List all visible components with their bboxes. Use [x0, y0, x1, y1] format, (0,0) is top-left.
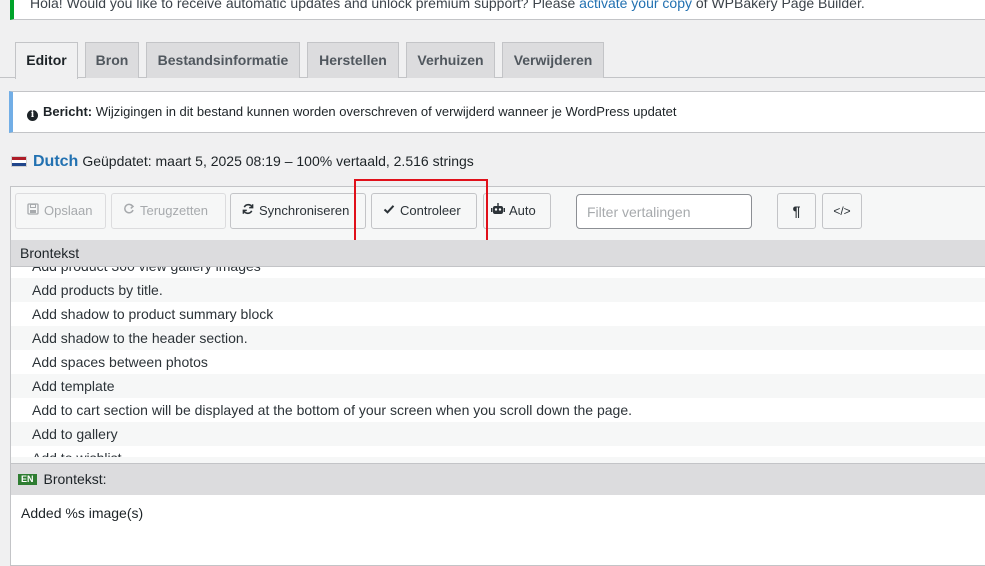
source-string-list[interactable]: Add product 360 view gallery images Add … — [11, 267, 985, 457]
save-label: Opslaan — [44, 203, 93, 218]
sync-icon — [241, 194, 255, 228]
toggle-code-view-button[interactable]: </> — [822, 193, 862, 229]
tab-herstellen[interactable]: Herstellen — [307, 42, 399, 78]
tab-bron[interactable]: Bron — [85, 42, 139, 78]
editor-tabs: Editor Bron Bestandsinformatie Herstelle… — [0, 42, 985, 79]
list-item[interactable]: Add products by title. — [11, 278, 985, 302]
language-update-status: Geüpdatet: maart 5, 2025 08:19 – 100% ve… — [82, 153, 474, 169]
tab-verhuizen[interactable]: Verhuizen — [406, 42, 495, 78]
activation-notice: Hola! Would you like to receive automati… — [10, 0, 985, 20]
sync-label: Synchroniseren — [259, 203, 350, 218]
source-text-panel-header: EN Brontekst: — [11, 463, 985, 495]
list-item[interactable]: Add spaces between photos — [11, 350, 985, 374]
sync-button[interactable]: Synchroniseren — [230, 193, 366, 229]
netherlands-flag-icon — [11, 156, 27, 167]
tab-editor[interactable]: Editor — [15, 42, 78, 79]
code-icon: </> — [833, 204, 851, 218]
source-text-value: Added %s image(s) — [11, 495, 985, 565]
source-text-column-header: Brontekst — [11, 240, 985, 267]
activate-link[interactable]: activate your copy — [579, 0, 692, 11]
check-label: Controleer — [400, 203, 461, 218]
source-string-rows: Add product 360 view gallery images Add … — [11, 267, 985, 457]
activation-notice-text: Hola! Would you like to receive automati… — [30, 0, 580, 11]
save-icon — [26, 194, 40, 228]
save-button[interactable]: Opslaan — [15, 193, 106, 229]
tab-bestandsinformatie[interactable]: Bestandsinformatie — [146, 42, 300, 78]
toggle-invisibles-button[interactable]: ¶ — [777, 193, 816, 229]
tab-verwijderen[interactable]: Verwijderen — [502, 42, 604, 78]
notice-text: Wijzigingen in dit bestand kunnen worden… — [92, 104, 677, 119]
pilcrow-icon: ¶ — [792, 203, 801, 219]
list-item[interactable]: Add shadow to product summary block — [11, 302, 985, 326]
list-item[interactable]: Add to gallery — [11, 422, 985, 446]
filter-translations-input[interactable] — [576, 194, 752, 229]
list-item[interactable]: Add product 360 view gallery images — [11, 267, 985, 278]
auto-translate-button[interactable]: Auto — [483, 193, 551, 229]
check-button[interactable]: Controleer — [371, 193, 477, 229]
checkmark-icon — [382, 194, 396, 228]
list-item[interactable]: Add to cart section will be displayed at… — [11, 398, 985, 422]
list-item[interactable]: Add shadow to the header section. — [11, 326, 985, 350]
activation-notice-suffix: of WPBakery Page Builder. — [692, 0, 865, 11]
list-item[interactable]: Add to wishlist — [11, 446, 985, 457]
notice-label: Bericht: — [43, 104, 93, 119]
revert-button[interactable]: Terugzetten — [111, 193, 226, 229]
auto-label: Auto — [509, 203, 536, 218]
update-warning-notice: i Bericht: Wijzigingen in dit bestand kun… — [9, 91, 985, 133]
info-icon: i — [27, 110, 38, 121]
english-language-badge: EN — [18, 474, 37, 485]
revert-icon — [122, 194, 136, 228]
source-text-label: Brontekst: — [43, 471, 107, 487]
language-name[interactable]: Dutch — [33, 153, 78, 170]
revert-label: Terugzetten — [140, 203, 208, 218]
language-status: Dutch Geüpdatet: maart 5, 2025 08:19 – 10… — [11, 150, 474, 172]
list-item[interactable]: Add template — [11, 374, 985, 398]
robot-icon — [491, 194, 505, 228]
